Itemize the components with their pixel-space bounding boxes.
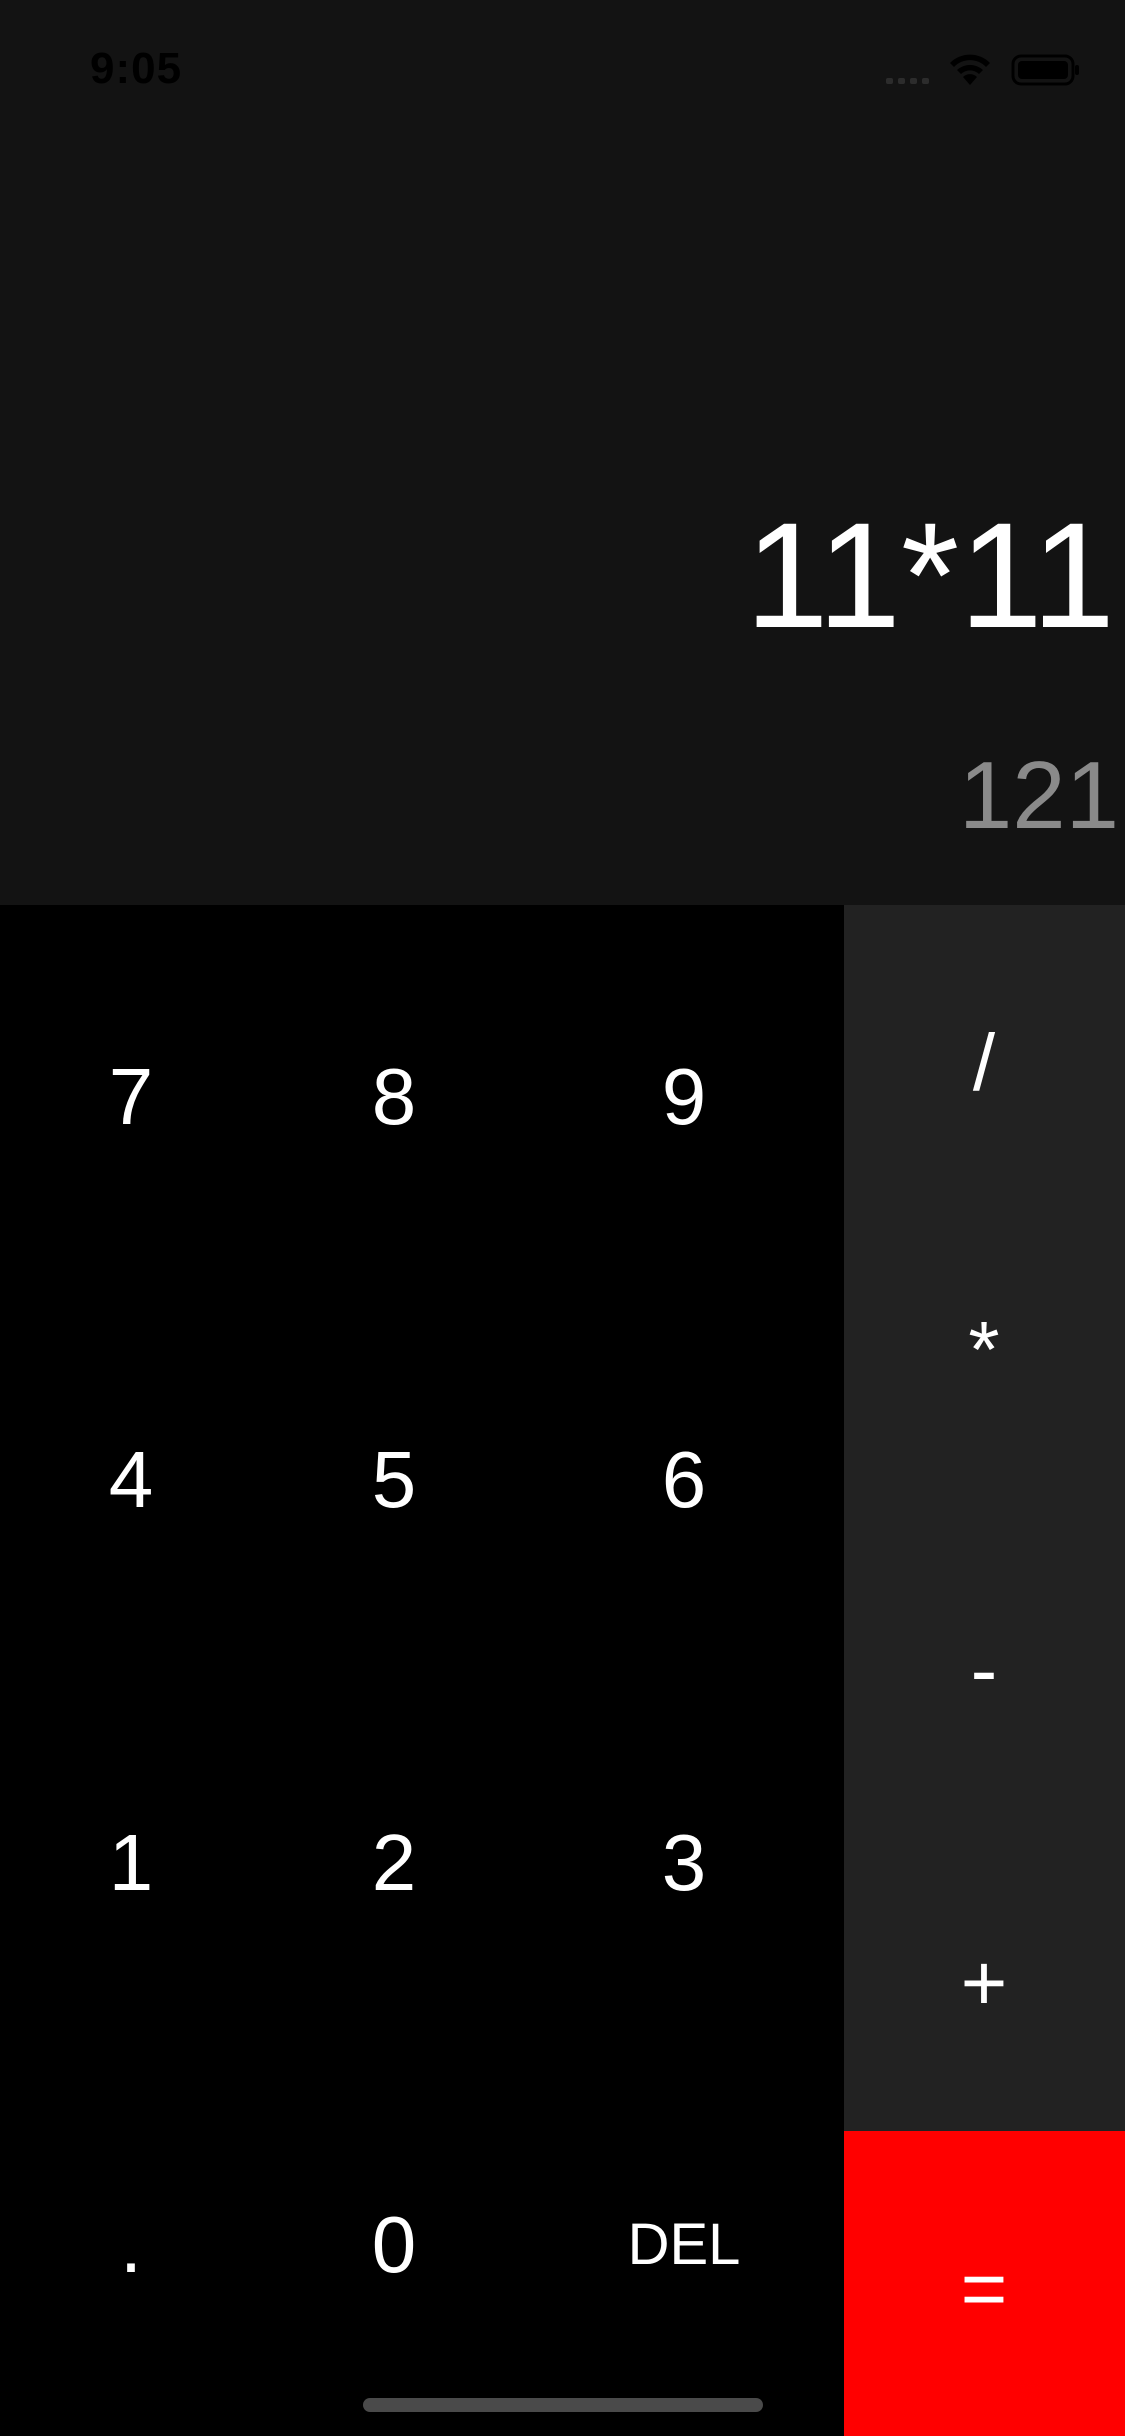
calculator-display: 9:05 11*11 121 <box>0 0 1125 905</box>
home-indicator[interactable] <box>363 2398 763 2412</box>
divide-button[interactable]: / <box>973 1023 995 1103</box>
delete-button[interactable]: DEL <box>628 2216 741 2274</box>
battery-icon <box>1011 54 1079 86</box>
subtract-button[interactable]: - <box>971 1630 998 1710</box>
key-4[interactable]: 4 <box>109 1440 154 1520</box>
equals-label: = <box>960 2244 1008 2333</box>
number-keypad: 7 8 9 4 5 6 1 2 3 . 0 DEL <box>0 905 844 2436</box>
wifi-icon <box>950 54 990 85</box>
key-1[interactable]: 1 <box>109 1823 154 1903</box>
key-0[interactable]: 0 <box>372 2205 417 2285</box>
key-8[interactable]: 8 <box>372 1057 417 1137</box>
status-icons <box>886 50 1081 90</box>
key-6[interactable]: 6 <box>662 1440 707 1520</box>
status-time: 9:05 <box>90 44 183 93</box>
add-button[interactable]: + <box>961 1943 1008 2023</box>
multiply-button[interactable]: * <box>968 1310 999 1390</box>
equals-button[interactable]: = <box>844 2131 1125 2436</box>
signal-icon <box>886 56 929 84</box>
key-9[interactable]: 9 <box>662 1057 707 1137</box>
expression-display: 11*11 <box>745 491 1115 659</box>
key-2[interactable]: 2 <box>372 1823 417 1903</box>
status-bar: 9:05 <box>0 0 1125 140</box>
key-decimal[interactable]: . <box>120 2205 142 2285</box>
result-display: 121 <box>958 742 1119 849</box>
key-3[interactable]: 3 <box>662 1823 707 1903</box>
key-7[interactable]: 7 <box>109 1057 154 1137</box>
key-5[interactable]: 5 <box>372 1440 417 1520</box>
